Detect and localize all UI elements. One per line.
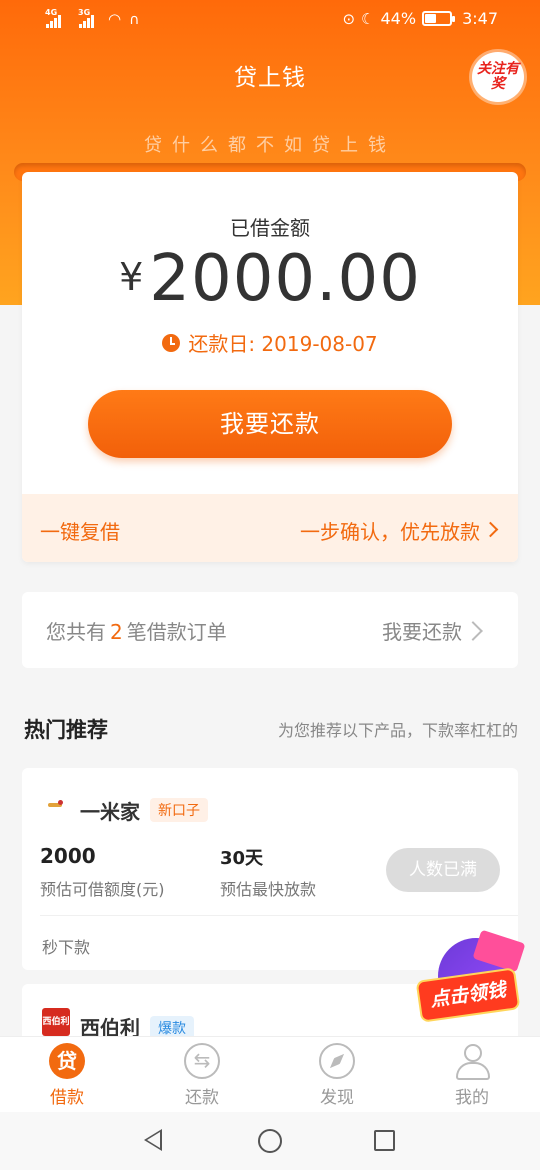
chevron-right-icon [463, 621, 483, 641]
status-bar: 4G 3G ◠ ∩ ⊙ ☾ 44% 3:47 [0, 0, 540, 42]
battery-icon [422, 11, 456, 26]
orders-card[interactable]: 您共有 2 笔借款订单 我要还款 [22, 592, 518, 668]
product-name: 一米家 [80, 800, 140, 824]
reborrow-hint: 一步确认，优先放款 [300, 520, 480, 544]
product-days-label: 预估最快放款 [220, 880, 317, 899]
signal-icon: 3G [78, 8, 94, 28]
page-title: 贷上钱 [234, 65, 306, 91]
signal-icon: 4G [45, 8, 61, 28]
chevron-right-icon [482, 521, 499, 538]
amount-value: 2000.00 [149, 242, 421, 316]
network-type-label: 4G [45, 8, 58, 17]
tab-mine[interactable]: 我的 [427, 1043, 517, 1108]
tab-label: 还款 [185, 1088, 219, 1108]
product-logo [48, 800, 64, 810]
reborrow-bar[interactable]: 一键复借 一步确认，优先放款 [22, 494, 518, 562]
compass-icon [319, 1043, 355, 1079]
tab-loan[interactable]: 贷 借款 [22, 1043, 112, 1108]
product-tag: 新口子 [150, 798, 208, 822]
orders-suffix: 笔借款订单 [126, 620, 227, 644]
clock-icon [162, 333, 181, 352]
battery-percent: 44% [380, 9, 417, 28]
back-icon[interactable] [144, 1129, 162, 1151]
tab-repay[interactable]: 还款 [157, 1043, 247, 1108]
tab-label: 借款 [50, 1088, 84, 1108]
recent-apps-icon[interactable] [374, 1130, 395, 1151]
orders-prefix: 您共有 [46, 620, 106, 644]
reborrow-label: 一键复借 [40, 520, 120, 544]
borrowed-amount: ¥2000.00 [22, 242, 518, 316]
follow-reward-badge[interactable]: 关注有奖 [472, 52, 524, 102]
system-nav-bar [0, 1112, 540, 1170]
repay-icon [184, 1043, 220, 1079]
follow-reward-label: 关注有奖 [477, 61, 519, 92]
network-type-label: 3G [78, 8, 91, 17]
tab-discover[interactable]: 发现 [292, 1043, 382, 1108]
product-amount-label: 预估可借额度(元) [40, 880, 165, 899]
slogan: 贷什么都不如贷上钱 [144, 135, 396, 156]
loan-card: 已借金额 ¥2000.00 还款日: 2019-08-07 我要还款 一键复借 … [22, 172, 518, 562]
orders-repay-link[interactable]: 我要还款 [382, 616, 462, 645]
divider [40, 915, 518, 916]
due-date-row: 还款日: 2019-08-07 [22, 328, 518, 357]
claim-money-label: 点击领钱 [415, 967, 521, 1023]
product-amount: 2000 [40, 844, 96, 868]
tab-label: 发现 [320, 1088, 354, 1108]
signal-group: 4G 3G ◠ ∩ [45, 8, 140, 28]
headphones-icon: ∩ [129, 12, 140, 28]
user-icon [454, 1043, 490, 1080]
tab-bar: 贷 借款 还款 发现 我的 [0, 1036, 540, 1112]
product-feature: 秒下款 [42, 938, 91, 957]
orders-summary: 您共有 2 笔借款订单 [46, 616, 227, 645]
due-date: 还款日: 2019-08-07 [188, 332, 378, 356]
home-icon[interactable] [258, 1129, 282, 1153]
wifi-icon: ◠ [108, 10, 122, 28]
floating-promo[interactable]: 点击领钱 [415, 929, 526, 1028]
apply-button-disabled[interactable]: 人数已满 [386, 848, 500, 892]
product-days: 30天 [220, 848, 264, 869]
orders-count: 2 [110, 620, 123, 644]
product-logo: 西伯利 [42, 1008, 70, 1036]
borrowed-amount-label: 已借金额 [230, 216, 310, 240]
status-right: ⊙ ☾ 44% 3:47 [342, 9, 498, 28]
moon-icon: ☾ [361, 9, 375, 28]
tab-label: 我的 [455, 1088, 489, 1108]
clock: 3:47 [462, 9, 498, 28]
location-icon: ⊙ [342, 9, 356, 28]
currency-symbol: ¥ [119, 255, 144, 299]
repay-button[interactable]: 我要还款 [88, 390, 452, 458]
loan-icon: 贷 [49, 1043, 85, 1079]
section-subtitle: 为您推荐以下产品，下款率杠杠的 [277, 721, 518, 740]
section-title: 热门推荐 [24, 718, 108, 742]
